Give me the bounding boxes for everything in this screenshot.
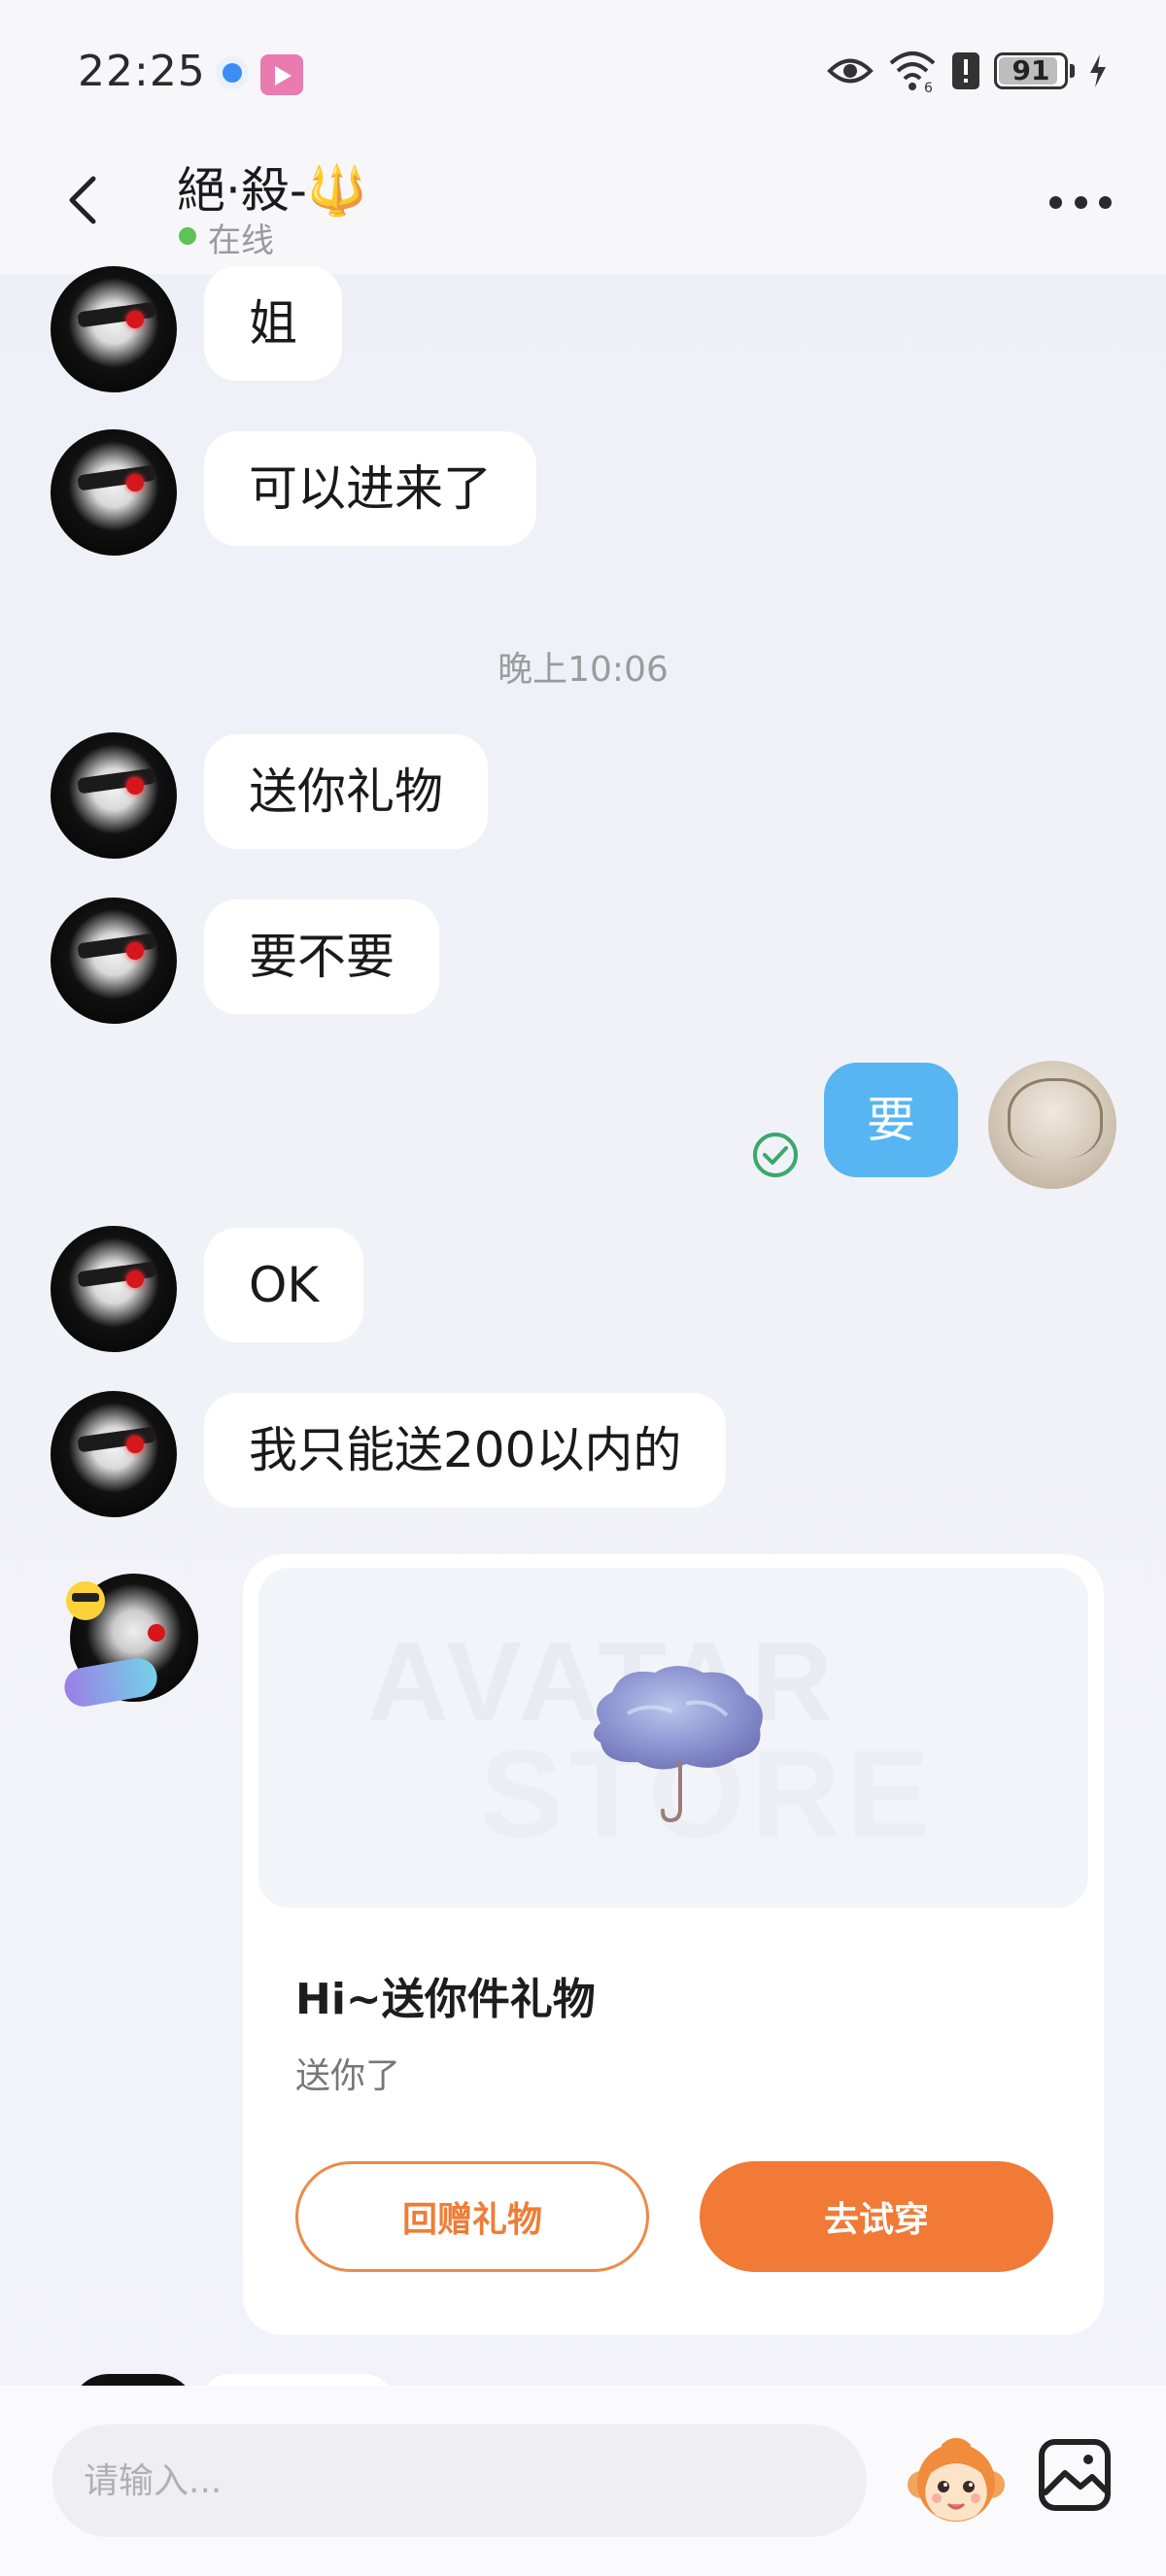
message-bubble[interactable]: 送你礼物 [204,734,488,849]
eye-icon [827,58,874,84]
sender-avatar[interactable] [51,1226,177,1352]
back-button[interactable] [56,171,115,229]
try-on-button[interactable]: 去试穿 [700,2161,1053,2272]
online-status-text: 在线 [208,221,274,260]
message-timestamp: 晚上10:06 [497,650,669,690]
svg-text:6: 6 [924,81,933,92]
charging-icon [1090,54,1106,87]
sender-avatar[interactable] [51,429,177,556]
emoji-button[interactable] [902,2428,1011,2537]
browser-notification-icon [216,56,249,89]
battery-tip [1070,64,1075,78]
monkey-emoji-icon [908,2438,1005,2522]
gift-card[interactable]: AVATAR STORE Hi~送你件礼物 送你了 回赠礼物 去试穿 [243,1554,1104,2335]
gift-title: Hi~送你件礼物 [295,1975,596,2024]
more-options-button[interactable] [1049,192,1112,212]
online-status-dot [179,227,196,245]
read-check-icon [753,1133,798,1177]
image-icon [1039,2439,1111,2511]
sender-avatar[interactable] [51,266,177,392]
sender-avatar[interactable] [51,898,177,1024]
status-bar: 22:25 6 91 [0,0,1166,146]
more-dot-icon [1074,195,1087,209]
message-bubble[interactable]: 我只能送200以内的 [204,1393,727,1508]
status-icons: 6 91 [827,47,1108,95]
status-time: 22:25 [78,47,206,96]
video-app-notification-icon [260,54,303,95]
message-bubble[interactable]: OK [204,1228,364,1342]
message-bubble[interactable]: 要不要 [204,899,439,1014]
gift-image[interactable]: AVATAR STORE [258,1568,1088,1908]
gift-subtitle: 送你了 [295,2056,401,2096]
chevron-left-icon [69,176,96,224]
my-message-bubble[interactable]: 要 [824,1063,958,1177]
sender-avatar[interactable] [51,1391,177,1517]
more-dot-icon [1049,195,1062,209]
alert-icon [952,52,979,89]
battery-level: 91 [1012,54,1050,86]
wifi-icon: 6 [889,51,936,92]
sender-avatar[interactable] [51,732,177,859]
message-input[interactable] [52,2424,867,2537]
sunglasses-emoji-icon [66,1581,105,1620]
battery-icon: 91 [994,52,1068,89]
return-gift-button[interactable]: 回赠礼物 [295,2161,649,2272]
message-bubble[interactable]: 姐 [204,266,342,381]
more-dot-icon [1099,195,1112,209]
cloud-umbrella-icon [594,1666,763,1823]
my-avatar[interactable] [988,1061,1116,1189]
chat-title[interactable]: 絕·殺-🔱 [177,152,367,221]
image-picker-button[interactable] [1036,2436,1114,2514]
chat-header: 絕·殺-🔱 在线 [0,146,1166,274]
input-bar [0,2386,1166,2576]
message-bubble[interactable]: 可以进来了 [204,431,536,546]
